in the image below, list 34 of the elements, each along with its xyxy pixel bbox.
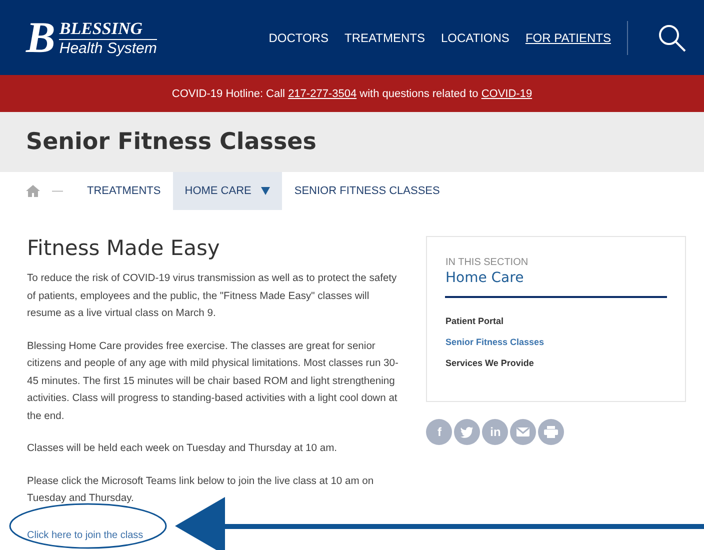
section-eyebrow: IN THIS SECTION <box>445 257 530 268</box>
mail-icon <box>516 427 530 437</box>
section-title: Home Care <box>445 270 525 286</box>
nav-link[interactable]: TREATMENTS <box>344 30 425 44</box>
home-icon[interactable] <box>26 185 40 197</box>
article-paragraph: To reduce the risk of COVID-19 virus transmission as well as to protect the safety of patients, employees and the public, the "Fitness Made Easy" classes will resume as a live virtual class on March 9. <box>27 272 398 321</box>
alert-text: COVID-19 Hotline: Call 217-277-3504 with questions related to COVID-19 <box>172 88 532 100</box>
article-paragraph: Blessing Home Care provides free exercise. The classes are great for senior citizens and people of any age with mild physical limitations. Most classes run 30-45 minutes. The first 15 minutes will be chair based ROM and light strengthening activities. Class will progress to standing-based activities with a light cool down at the end. <box>27 340 400 424</box>
breadcrumb-item[interactable]: HOME CARE <box>172 172 282 210</box>
breadcrumb-item[interactable]: SENIOR FITNESS CLASSES <box>282 172 452 210</box>
section-link[interactable]: Services We Provide <box>445 358 667 368</box>
phone-link[interactable]: 217-277-3504 <box>288 88 357 100</box>
bird-icon <box>460 426 474 438</box>
logo-tagline[interactable]: Health System <box>59 40 157 56</box>
covid-link[interactable]: COVID-19 <box>481 88 532 100</box>
join-class-link[interactable]: Click here to join the class <box>27 530 144 540</box>
share-button[interactable] <box>454 419 480 445</box>
logo-name[interactable]: BLESSING <box>59 18 157 40</box>
section-link[interactable]: Senior Fitness Classes <box>445 337 667 347</box>
article-paragraph: Please click the Microsoft Teams link below to join the live class at 10 am on Tuesday and Thursday. <box>27 474 375 506</box>
nav-link[interactable]: DOCTORS <box>268 30 329 44</box>
breadcrumb-separator: — <box>52 185 63 197</box>
section-link[interactable]: Patient Portal <box>445 316 667 326</box>
logo-mark[interactable]: B <box>26 16 56 60</box>
article-paragraph: Classes will be held each week on Tuesday and Thursday at 10 am. <box>27 442 338 456</box>
search-icon[interactable] <box>658 24 686 52</box>
page-title: Senior Fitness Classes <box>26 129 316 155</box>
breadcrumb-item[interactable]: TREATMENTS <box>75 172 173 210</box>
print-button[interactable] <box>538 419 564 445</box>
article-heading: Fitness Made Easy <box>27 236 221 260</box>
printer-icon <box>544 426 558 438</box>
nav-link[interactable]: FOR PATIENTS <box>525 30 611 44</box>
nav-link[interactable]: LOCATIONS <box>440 30 510 44</box>
share-button[interactable] <box>510 419 536 445</box>
